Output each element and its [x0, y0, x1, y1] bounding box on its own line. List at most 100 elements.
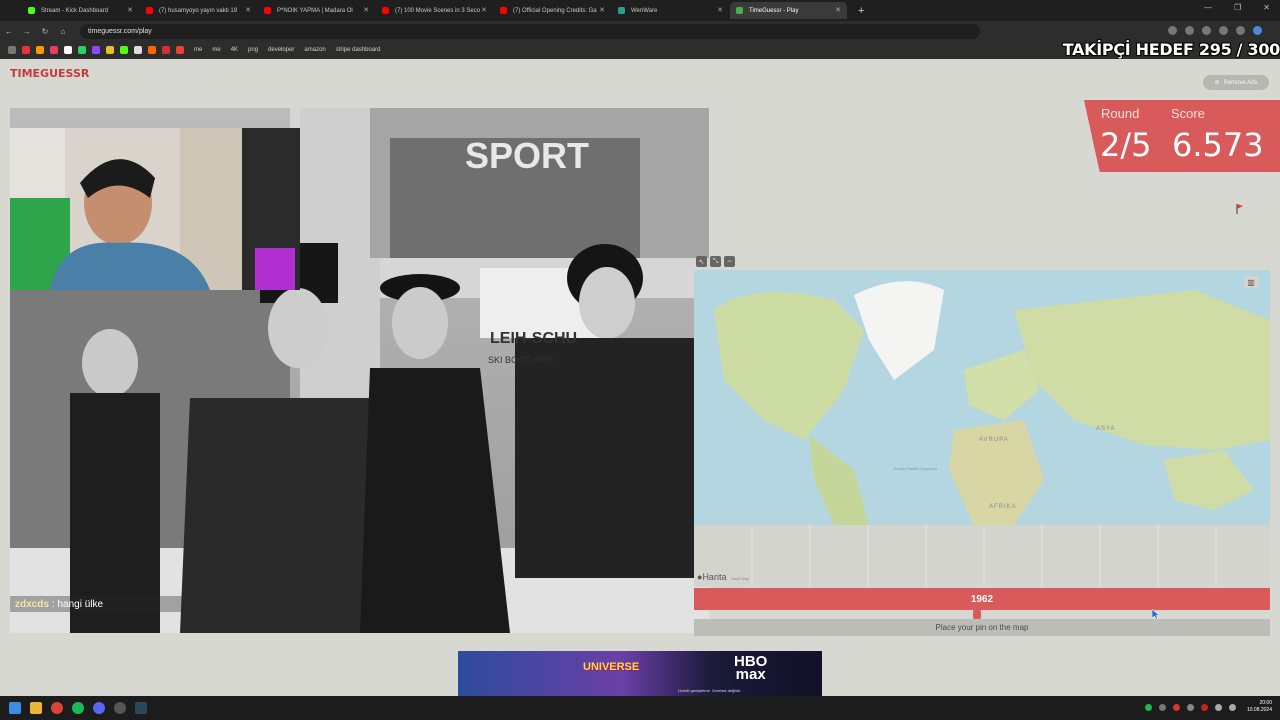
ad-block-icon: ⊘ — [1214, 80, 1220, 86]
clock-date: 10.08.2024 — [1246, 707, 1272, 713]
tab-title: (7) husamyoyo yayın vakti 19 — [159, 7, 238, 14]
steam-icon[interactable] — [135, 702, 147, 714]
bookmark-item[interactable]: 4K — [231, 47, 238, 53]
bookmark-icon[interactable] — [78, 46, 86, 54]
year-slider-bar[interactable]: 1962 — [694, 588, 1270, 610]
report-flag-icon[interactable] — [1235, 203, 1244, 215]
file-explorer-icon[interactable] — [30, 702, 42, 714]
new-tab-button[interactable]: + — [858, 5, 864, 17]
map-label-pacific: Kuzey Pasifik Okyanusu — [894, 466, 937, 471]
extension-icons — [1168, 26, 1262, 35]
bookmark-item[interactable]: amazon — [304, 47, 325, 53]
chrome-icon[interactable] — [51, 702, 63, 714]
bookmark-item[interactable]: me — [212, 47, 220, 53]
tray-icon[interactable] — [1144, 703, 1152, 711]
bookmark-icon[interactable] — [64, 46, 72, 54]
tab-close-icon[interactable]: ✕ — [481, 6, 487, 14]
browser-tab[interactable]: WenWare ✕ — [612, 2, 729, 19]
tab-list: Stream - Kick Dashboard ✕ (7) husamyoyo ya… — [22, 2, 848, 19]
map-fullscreen-button[interactable]: ▥ — [1244, 276, 1258, 288]
tab-favicon-icon — [28, 7, 35, 14]
score-value: 6.573 — [1172, 126, 1264, 164]
tab-close-icon[interactable]: ✕ — [127, 6, 133, 14]
extension-icon[interactable] — [1168, 26, 1177, 35]
minimize-icon[interactable]: — — [1204, 3, 1212, 12]
timeguessr-page: TIMEGUESSR ⊘ Remove Ads Round Score 2/5 … — [0, 59, 1280, 696]
place-pin-button[interactable]: Place your pin on the map — [694, 619, 1270, 636]
resize-tool-icon[interactable]: ⤡ — [710, 256, 721, 267]
expand-tool-icon[interactable]: ⇔ — [724, 256, 735, 267]
volume-icon[interactable] — [1228, 703, 1236, 711]
bookmark-item[interactable]: developer — [268, 47, 294, 53]
browser-tab[interactable]: P*NOIK YAPMA | Madara Ol ✕ — [258, 2, 375, 19]
profile-icon[interactable] — [1253, 26, 1262, 35]
tab-close-icon[interactable]: ✕ — [599, 6, 605, 14]
map-grid — [751, 525, 1217, 587]
bookmark-icon[interactable] — [92, 46, 100, 54]
site-logo[interactable]: TIMEGUESSR — [10, 67, 89, 80]
spotify-icon[interactable] — [72, 702, 84, 714]
bookmark-icon[interactable] — [22, 46, 30, 54]
home-icon[interactable]: ⌂ — [54, 27, 72, 36]
discord-icon[interactable] — [93, 702, 105, 714]
bookmark-icon[interactable] — [134, 46, 142, 54]
tab-close-icon[interactable]: ✕ — [245, 6, 251, 14]
reload-icon[interactable]: ↻ — [36, 27, 54, 36]
extension-icon[interactable] — [1202, 26, 1211, 35]
browser-tab[interactable]: (7) 100 Movie Scenes in 3 Seco ✕ — [376, 2, 493, 19]
bookmark-icon[interactable] — [162, 46, 170, 54]
tray-icon[interactable] — [1158, 703, 1166, 711]
ad-banner[interactable]: UNIVERSE HBO max Ücretli genişletme. Ücr… — [458, 651, 822, 696]
maximize-icon[interactable]: ❐ — [1234, 3, 1241, 12]
browser-tab[interactable]: Stream - Kick Dashboard ✕ — [22, 2, 139, 19]
year-value: 1962 — [970, 593, 994, 605]
url-field[interactable]: timeguessr.com/play — [80, 23, 980, 39]
map-legal[interactable]: Yasal Bilgi — [730, 576, 748, 581]
pin-tool-icon[interactable]: ↖ — [696, 256, 707, 267]
bookmark-icon[interactable] — [36, 46, 44, 54]
photo-sign-leih: LEIH-SCHU — [490, 330, 577, 347]
bookmark-item[interactable]: png — [248, 47, 258, 53]
url-text: timeguessr.com/play — [88, 27, 152, 35]
bookmark-icon[interactable] — [50, 46, 58, 54]
obs-icon[interactable] — [114, 702, 126, 714]
bookmark-icon[interactable] — [106, 46, 114, 54]
map-label-africa: AFRİKA — [989, 503, 1017, 510]
remove-ads-button[interactable]: ⊘ Remove Ads — [1203, 75, 1269, 90]
tab-favicon-icon — [382, 7, 389, 14]
close-window-icon[interactable]: ✕ — [1263, 3, 1270, 12]
bookmark-item[interactable]: stripe dashboard — [336, 47, 381, 53]
follower-goal-overlay: TAKİPÇİ HEDEF 295 / 300 — [1062, 40, 1280, 59]
wifi-icon[interactable] — [1214, 703, 1222, 711]
extension-icon[interactable] — [1236, 26, 1245, 35]
tab-close-icon[interactable]: ✕ — [835, 6, 841, 14]
score-panel: Round Score 2/5 6.573 — [1084, 100, 1280, 172]
tab-close-icon[interactable]: ✕ — [363, 6, 369, 14]
tray-icon[interactable] — [1200, 703, 1208, 711]
browser-tab[interactable]: TimeGuessr - Play ✕ — [730, 2, 847, 19]
tray-icon[interactable] — [1186, 703, 1194, 711]
map-label-europe: AVRUPA — [979, 437, 1009, 443]
bookmark-icon[interactable] — [120, 46, 128, 54]
browser-tab[interactable]: (7) husamyoyo yayın vakti 19 ✕ — [140, 2, 257, 19]
extension-icon[interactable] — [1185, 26, 1194, 35]
remove-ads-label: Remove Ads — [1223, 79, 1258, 86]
browser-tab[interactable]: (7) Official Opening Credits: Ga ✕ — [494, 2, 611, 19]
forward-icon[interactable]: → — [18, 27, 36, 36]
clock[interactable]: 20:00 10.08.2024 — [1247, 700, 1272, 714]
start-icon[interactable] — [9, 702, 21, 714]
chat-text: : hangi ülke — [51, 598, 104, 610]
world-map[interactable]: AVRUPA ASYA AFRİKA Kuzey Pasifik Okyanus… — [694, 270, 1270, 525]
tray-icon[interactable] — [1172, 703, 1180, 711]
tab-close-icon[interactable]: ✕ — [717, 6, 723, 14]
apps-icon[interactable] — [8, 46, 16, 54]
tab-title: (7) 100 Movie Scenes in 3 Seco — [395, 7, 481, 14]
bookmark-icon[interactable] — [148, 46, 156, 54]
bookmark-icon[interactable] — [176, 46, 184, 54]
bookmark-item[interactable]: me — [194, 47, 202, 53]
map-label-asia: ASYA — [1096, 426, 1116, 432]
mouse-cursor-icon — [1152, 609, 1160, 619]
extension-icon[interactable] — [1219, 26, 1228, 35]
back-icon[interactable]: ← — [0, 27, 18, 36]
map-toolbar: ↖ ⤡ ⇔ — [696, 256, 735, 267]
